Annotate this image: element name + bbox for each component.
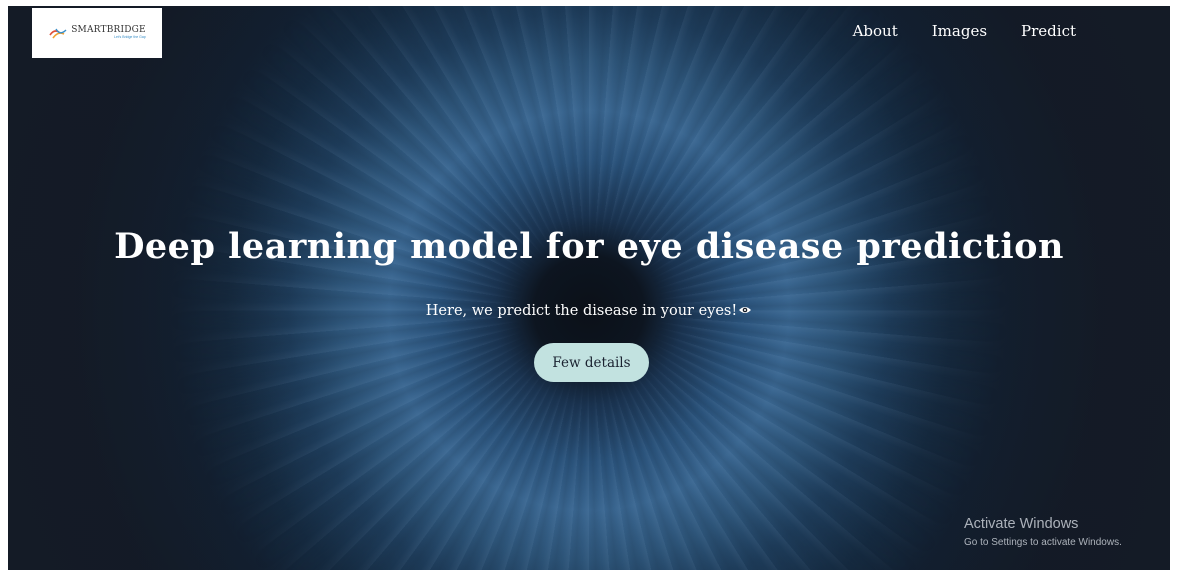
brand-logo[interactable]: SMARTBRIDGE Let's Bridge the Gap xyxy=(32,8,162,58)
eye-icon xyxy=(738,303,752,319)
nav-about[interactable]: About xyxy=(853,22,898,40)
nav-predict[interactable]: Predict xyxy=(1021,22,1076,40)
brand-name: SMARTBRIDGE xyxy=(71,25,146,36)
brand-tagline: Let's Bridge the Gap xyxy=(114,35,146,40)
logo-content: SMARTBRIDGE Let's Bridge the Gap xyxy=(48,26,146,40)
top-nav: About Images Predict xyxy=(853,22,1076,40)
background-vignette xyxy=(8,6,1170,570)
watermark-subtitle: Go to Settings to activate Windows. xyxy=(964,537,1122,548)
smartbridge-logo-icon xyxy=(48,26,68,40)
activate-windows-watermark: Activate Windows Go to Settings to activ… xyxy=(964,515,1122,550)
few-details-button[interactable]: Few details xyxy=(534,343,649,382)
hero-subtitle: Here, we predict the disease in your eye… xyxy=(8,303,1170,319)
logo-text: SMARTBRIDGE Let's Bridge the Gap xyxy=(71,26,146,40)
hero-subtitle-text: Here, we predict the disease in your eye… xyxy=(425,303,738,319)
nav-images[interactable]: Images xyxy=(932,22,987,40)
watermark-title: Activate Windows xyxy=(964,516,1079,532)
page-frame: SMARTBRIDGE Let's Bridge the Gap About I… xyxy=(8,6,1170,570)
hero-title: Deep learning model for eye disease pred… xyxy=(114,226,1064,267)
